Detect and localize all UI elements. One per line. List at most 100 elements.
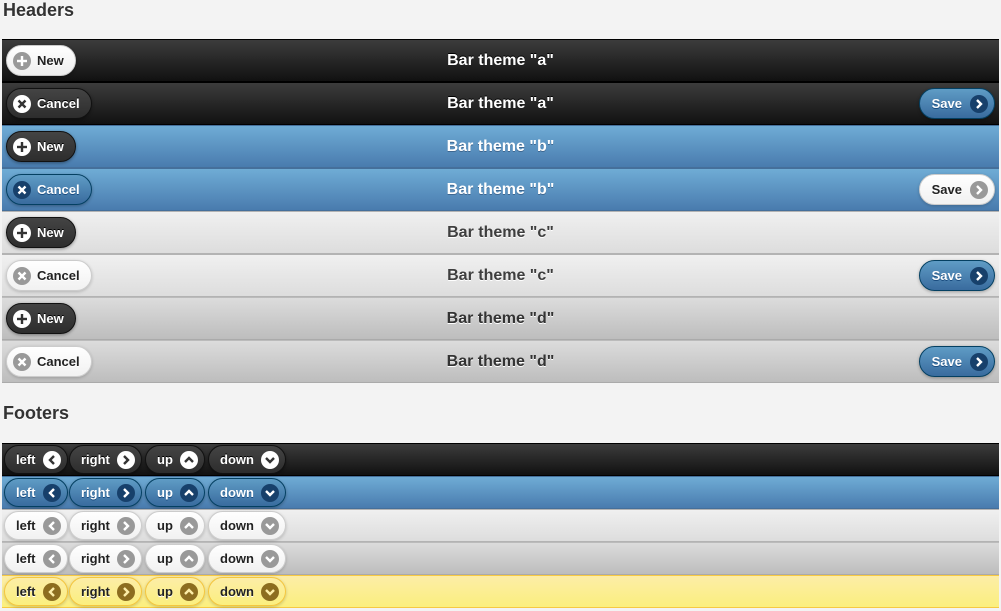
save-button[interactable]: Save	[918, 174, 995, 205]
button-label: left	[16, 452, 36, 467]
button-label: Cancel	[37, 96, 80, 111]
button-label: Cancel	[37, 354, 80, 369]
arrow-left-icon	[42, 549, 61, 568]
cancel-button[interactable]: Cancel	[6, 174, 92, 205]
save-button[interactable]: Save	[918, 88, 995, 119]
arrow-up-icon	[179, 483, 198, 502]
arrow-up-icon	[179, 516, 198, 535]
button-label: left	[16, 584, 36, 599]
button-label: Save	[931, 182, 962, 197]
arrow-right-icon	[970, 266, 988, 285]
button-label: right	[81, 584, 110, 599]
header-bar-title: Bar theme "d"	[446, 352, 555, 370]
new-button[interactable]: New	[6, 131, 76, 162]
button-label: down	[220, 452, 254, 467]
button-label: left	[16, 551, 36, 566]
right-button[interactable]: right	[69, 478, 142, 507]
button-label: right	[81, 485, 110, 500]
new-button[interactable]: New	[6, 45, 76, 76]
button-label: up	[157, 551, 173, 566]
plus-icon	[13, 137, 31, 156]
footer-bar-e: left right up down	[2, 575, 999, 608]
button-label: Cancel	[37, 182, 80, 197]
save-button[interactable]: Save	[918, 260, 995, 291]
left-button[interactable]: left	[4, 445, 68, 474]
header-bar-d: Bar theme "d" Cancel Save	[2, 340, 999, 383]
footers-title: Footers	[3, 403, 70, 423]
arrow-up-icon	[179, 450, 198, 469]
down-button[interactable]: down	[208, 544, 286, 573]
button-label: New	[37, 311, 64, 326]
button-label: up	[157, 584, 173, 599]
up-button[interactable]: up	[145, 478, 205, 507]
left-button[interactable]: left	[4, 511, 68, 540]
header-bar-a: Bar theme "a" Cancel Save	[2, 82, 999, 125]
right-button[interactable]: right	[69, 445, 142, 474]
close-icon	[13, 266, 31, 285]
down-button[interactable]: down	[208, 511, 286, 540]
button-label: down	[220, 584, 254, 599]
button-label: up	[157, 485, 173, 500]
header-bar-title: Bar theme "b"	[446, 180, 555, 198]
up-button[interactable]: up	[145, 511, 205, 540]
arrow-right-icon	[116, 483, 135, 502]
button-label: Save	[931, 354, 962, 369]
down-button[interactable]: down	[208, 445, 286, 474]
cancel-button[interactable]: Cancel	[6, 88, 92, 119]
button-label: Cancel	[37, 268, 80, 283]
arrow-right-icon	[970, 94, 988, 113]
header-bar-d: Bar theme "d" New	[2, 297, 999, 340]
up-button[interactable]: up	[145, 544, 205, 573]
button-label: right	[81, 518, 110, 533]
footer-bar-d: left right up down	[2, 542, 999, 575]
left-button[interactable]: left	[4, 478, 68, 507]
new-button[interactable]: New	[6, 217, 76, 248]
header-bar-title: Bar theme "d"	[446, 309, 555, 327]
arrow-left-icon	[42, 450, 61, 469]
arrow-left-icon	[42, 582, 61, 601]
button-label: up	[157, 518, 173, 533]
button-label: right	[81, 452, 110, 467]
button-label: left	[16, 485, 36, 500]
close-icon	[13, 352, 31, 371]
arrow-right-icon	[116, 549, 135, 568]
up-button[interactable]: up	[145, 445, 205, 474]
new-button[interactable]: New	[6, 303, 76, 334]
header-bar-b: Bar theme "b" Cancel Save	[2, 168, 999, 211]
right-button[interactable]: right	[69, 511, 142, 540]
arrow-up-icon	[179, 582, 198, 601]
arrow-up-icon	[179, 549, 198, 568]
button-label: left	[16, 518, 36, 533]
up-button[interactable]: up	[145, 577, 205, 606]
button-label: down	[220, 485, 254, 500]
button-label: down	[220, 551, 254, 566]
plus-icon	[13, 223, 31, 242]
arrow-right-icon	[116, 450, 135, 469]
save-button[interactable]: Save	[918, 346, 995, 377]
header-bar-c: Bar theme "c" Cancel Save	[2, 254, 999, 297]
close-icon	[13, 94, 31, 113]
plus-icon	[13, 309, 31, 328]
footer-bar-b: left right up down	[2, 476, 999, 509]
right-button[interactable]: right	[69, 577, 142, 606]
arrow-down-icon	[260, 549, 279, 568]
header-bar-title: Bar theme "c"	[447, 223, 554, 241]
arrow-right-icon	[970, 180, 988, 199]
footer-bar-c: left right up down	[2, 509, 999, 542]
button-label: down	[220, 518, 254, 533]
arrow-right-icon	[116, 582, 135, 601]
button-label: right	[81, 551, 110, 566]
cancel-button[interactable]: Cancel	[6, 260, 92, 291]
right-button[interactable]: right	[69, 544, 142, 573]
header-bar-title: Bar theme "b"	[446, 137, 555, 155]
headers-title: Headers	[3, 0, 75, 20]
down-button[interactable]: down	[208, 577, 286, 606]
down-button[interactable]: down	[208, 478, 286, 507]
left-button[interactable]: left	[4, 577, 68, 606]
button-label: Save	[931, 96, 962, 111]
left-button[interactable]: left	[4, 544, 68, 573]
footer-bar-a: left right up down	[2, 443, 999, 476]
arrow-left-icon	[42, 483, 61, 502]
arrow-down-icon	[260, 582, 279, 601]
cancel-button[interactable]: Cancel	[6, 346, 92, 377]
